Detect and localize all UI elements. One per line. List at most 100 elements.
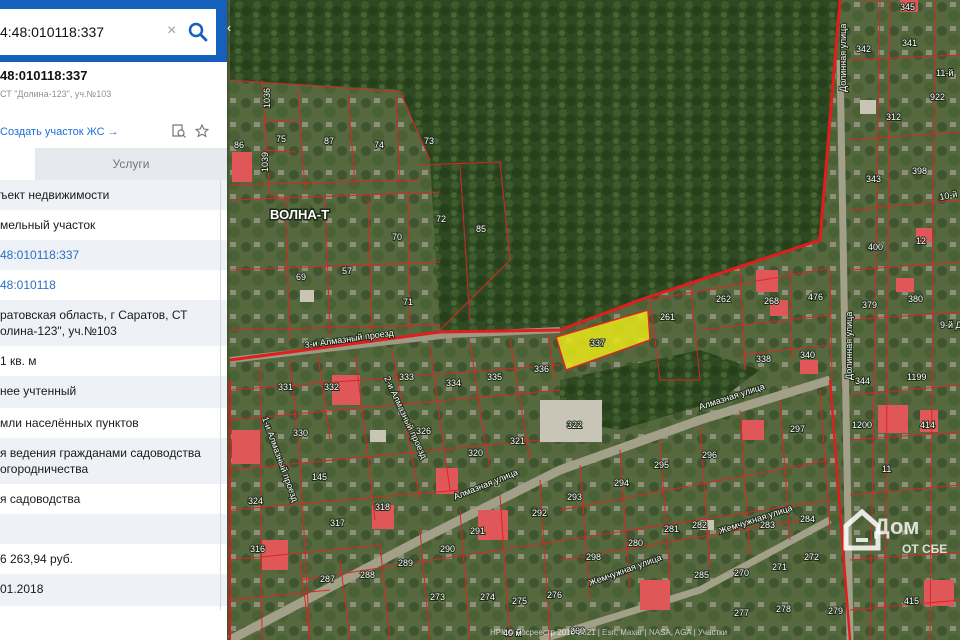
panel-scrollbar[interactable] <box>220 180 221 610</box>
attribute-row: мли населённых пунктов <box>0 408 227 438</box>
parcel-number-label: 274 <box>480 592 495 602</box>
search-icon[interactable] <box>188 22 208 42</box>
star-icon[interactable] <box>195 124 209 138</box>
attribute-value: 6 263,94 руб. <box>0 552 73 566</box>
clear-button[interactable]: × <box>167 22 176 40</box>
parcel-number-label: 1036 <box>262 88 272 108</box>
attribute-value: я садоводства <box>0 492 81 506</box>
parcel-number-label: 331 <box>278 382 293 392</box>
parcel-number-label: 273 <box>430 592 445 602</box>
tab-services[interactable]: Услуги <box>35 148 227 180</box>
parcel-number-label: 287 <box>320 574 335 584</box>
parcel-number-label: 334 <box>446 378 461 388</box>
parcel-number-label: 400 <box>868 242 883 252</box>
zone-label: ВОЛНА-Т <box>270 207 329 222</box>
attribute-row: 6 263,94 руб. <box>0 544 227 574</box>
report-icon[interactable] <box>172 124 186 138</box>
attribute-value: мли населённых пунктов <box>0 416 139 430</box>
parcel-number-label: 341 <box>902 38 917 48</box>
street-label: Долинная улица <box>844 312 854 380</box>
parcel-number-label: 342 <box>856 44 871 54</box>
parcel-number-label: 72 <box>436 214 446 224</box>
attribute-value[interactable]: 48:010118 <box>0 278 56 293</box>
parcel-number-label: 69 <box>296 272 306 282</box>
parcel-number-label: 290 <box>440 544 455 554</box>
parcel-number-label: 330 <box>293 428 308 438</box>
attribute-value-line2: олина-123", уч.№103 <box>0 324 117 338</box>
map-credits: НРК © Росреестр 2010-2021 | Esri, Maxar … <box>490 628 728 637</box>
attribute-row: ъект недвижимости <box>0 180 227 210</box>
parcel-number-label: 289 <box>398 558 413 568</box>
parcel-number-label: 279 <box>828 606 843 616</box>
parcel-number-label: 262 <box>716 294 731 304</box>
parcel-number-label: 1039 <box>260 152 270 172</box>
parcel-number-label: 86 <box>234 140 244 150</box>
search-bar: 4:48:010118:337 × <box>0 0 227 62</box>
attribute-value[interactable]: 48:010118:337 <box>0 248 79 263</box>
parcel-number-label: 333 <box>399 372 414 382</box>
info-panel: 4:48:010118:337 × 48:010118:337 СТ "Доли… <box>0 0 227 640</box>
parcel-number-label: 332 <box>324 382 339 392</box>
parcel-number-label: 1199 <box>907 372 926 382</box>
attribute-row <box>0 514 227 544</box>
attribute-row: я ведения гражданами садоводства огородни… <box>0 438 227 484</box>
parcel-number-label: 922 <box>930 92 945 102</box>
attribute-row: я садоводства <box>0 484 227 514</box>
parcel-number-label: 278 <box>776 604 791 614</box>
parcel-number-label: 85 <box>476 224 486 234</box>
parcel-number-label: 270 <box>734 568 749 578</box>
parcel-number-label: 379 <box>862 300 877 310</box>
parcel-number-label: 87 <box>324 136 334 146</box>
attribute-value: 1 кв. м <box>0 354 37 368</box>
parcel-number-label: 398 <box>912 166 927 176</box>
attribute-row[interactable]: 48:010118:337 <box>0 240 227 270</box>
parcel-number-label: 12 <box>916 236 926 246</box>
parcel-number-label: 336 <box>534 364 549 374</box>
parcel-subtitle: СТ "Долина-123", уч.№103 <box>0 89 112 99</box>
parcel-number-label: 312 <box>886 112 901 122</box>
attribute-row: мельный участок <box>0 210 227 240</box>
parcel-number-label: 280 <box>628 538 643 548</box>
parcel-number-label: 294 <box>614 478 629 488</box>
parcel-number-label: 414 <box>920 420 935 430</box>
parcel-number-label: 297 <box>790 424 805 434</box>
parcel-number-label: 344 <box>855 376 870 386</box>
parcel-number-label: 298 <box>586 552 601 562</box>
attribute-row[interactable]: 48:010118 <box>0 270 227 300</box>
parcel-number-label: 75 <box>276 134 286 144</box>
watermark-text: Дом <box>874 514 920 539</box>
parcel-number-label: 272 <box>804 552 819 562</box>
parcel-number-label: 291 <box>470 526 485 536</box>
parcel-title: 48:010118:337 <box>0 68 88 83</box>
search-input[interactable]: 4:48:010118:337 <box>0 24 160 40</box>
parcel-number-label: 74 <box>374 140 384 150</box>
parcel-number-label: 476 <box>808 292 823 302</box>
parcel-number-label: 292 <box>532 508 547 518</box>
attribute-value: нее учтенный <box>0 384 77 398</box>
parcel-number-label: 338 <box>756 354 771 364</box>
parcel-number-label: 271 <box>772 562 787 572</box>
create-parcel-link[interactable]: Создать участок ЖС → <box>0 126 119 138</box>
parcel-number-label: 70 <box>392 232 402 242</box>
tab-info[interactable] <box>0 148 35 180</box>
parcel-number-label: 285 <box>694 570 709 580</box>
parcel-number-label: 71 <box>403 297 413 307</box>
parcel-number-label: 295 <box>654 460 669 470</box>
parcel-number-label: 261 <box>660 312 675 322</box>
attribute-row: нее учтенный <box>0 376 227 408</box>
parcel-number-label: 293 <box>567 492 582 502</box>
parcel-number-label: 281 <box>664 524 679 534</box>
collapse-panel-button[interactable]: ‹ <box>227 20 240 44</box>
attribute-value: ъект недвижимости <box>0 188 110 202</box>
attribute-value: ратовская область, г Саратов, СТ <box>0 308 188 322</box>
parcel-number-label: 335 <box>487 372 502 382</box>
parcel-number-label: 275 <box>512 596 527 606</box>
parcel-number-label: 288 <box>360 570 375 580</box>
parcel-number-label: 277 <box>734 608 749 618</box>
parcel-number-label: 317 <box>330 518 345 528</box>
parcel-number-label: 345 <box>900 2 915 12</box>
parcel-number-label: 318 <box>375 502 390 512</box>
attribute-value: 01.2018 <box>0 582 44 596</box>
parcel-number-label: 322 <box>567 420 582 430</box>
search-box[interactable]: 4:48:010118:337 × <box>0 9 216 55</box>
